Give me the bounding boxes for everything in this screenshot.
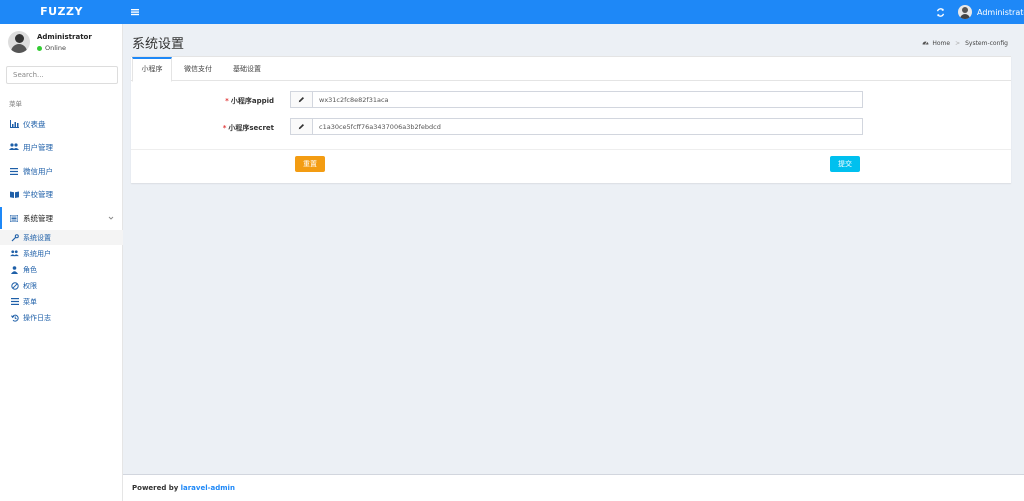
- laravel-admin-link[interactable]: laravel-admin: [181, 484, 235, 492]
- pencil-icon: [291, 92, 313, 107]
- user-status: Online: [37, 44, 66, 52]
- sidebar: Administrator Online 菜单 仪表盘 用户管理 微信用户 学校…: [0, 24, 123, 501]
- secret-field-group: [290, 118, 863, 135]
- top-navbar: FUZZY Administrator: [0, 0, 1024, 24]
- users-icon: [10, 250, 19, 257]
- sidebar-search-input[interactable]: [6, 66, 118, 84]
- users-icon: [9, 143, 19, 151]
- breadcrumb-separator: >: [955, 39, 961, 47]
- appid-input[interactable]: [313, 92, 862, 107]
- refresh-icon: [936, 8, 945, 17]
- sidebar-subitem-label: 权限: [23, 281, 37, 290]
- breadcrumb-current: System-config: [965, 39, 1008, 47]
- sidebar-subitem-system-users[interactable]: 系统用户: [0, 246, 123, 261]
- avatar: [958, 5, 972, 19]
- settings-panel: 小程序 微信支付 基础设置 *小程序appid *小程序secret 重置 提交: [131, 56, 1011, 183]
- user-menu[interactable]: Administrator: [958, 4, 1024, 20]
- sidebar-item-label: 微信用户: [23, 166, 53, 176]
- tasks-icon: [9, 214, 19, 222]
- sidebar-subitem-permissions[interactable]: 权限: [0, 278, 123, 293]
- user-panel: Administrator Online: [0, 24, 123, 60]
- sidebar-subitem-operation-log[interactable]: 操作日志: [0, 310, 123, 325]
- sidebar-item-users[interactable]: 用户管理: [0, 136, 123, 158]
- history-icon: [10, 314, 19, 322]
- appid-field-group: [290, 91, 863, 108]
- submit-button[interactable]: 提交: [830, 156, 860, 172]
- breadcrumb-home-link[interactable]: Home: [932, 40, 950, 47]
- avatar: [8, 31, 30, 53]
- tab-bar: 小程序 微信支付 基础设置: [131, 57, 1011, 82]
- app-logo[interactable]: FUZZY: [0, 0, 123, 24]
- sidebar-subitem-label: 系统设置: [23, 233, 51, 242]
- bar-chart-icon: [9, 120, 19, 128]
- powered-by-text: Powered by: [132, 484, 179, 492]
- sidebar-item-label: 系统管理: [23, 213, 53, 223]
- sidebar-item-schools[interactable]: 学校管理: [0, 183, 123, 205]
- tab-basic-settings[interactable]: 基础设置: [224, 57, 270, 81]
- dashboard-icon: [922, 39, 929, 47]
- tab-mini-program[interactable]: 小程序: [132, 57, 172, 82]
- sidebar-subitem-label: 操作日志: [23, 313, 51, 322]
- sidebar-subitem-roles[interactable]: 角色: [0, 262, 123, 277]
- refresh-button[interactable]: [934, 6, 947, 19]
- online-status-icon: [37, 45, 42, 51]
- sidebar-user-name: Administrator: [37, 33, 92, 41]
- sidebar-subitem-system-settings[interactable]: 系统设置: [0, 230, 123, 245]
- sidebar-item-wechat-users[interactable]: 微信用户: [0, 160, 123, 182]
- tab-wechat-pay[interactable]: 微信支付: [175, 57, 221, 81]
- page-footer: Powered by laravel-admin: [123, 474, 1024, 501]
- sidebar-item-label: 学校管理: [23, 189, 53, 199]
- hamburger-icon: [131, 9, 139, 16]
- reset-button[interactable]: 重置: [295, 156, 325, 172]
- sidebar-subitem-label: 系统用户: [23, 249, 51, 258]
- pencil-icon: [291, 119, 313, 134]
- page-title: 系统设置: [132, 37, 185, 52]
- user-icon: [10, 265, 19, 274]
- chevron-down-icon: [108, 214, 114, 223]
- secret-input[interactable]: [313, 119, 862, 134]
- bars-icon: [10, 298, 19, 305]
- sidebar-subitem-label: 角色: [23, 265, 37, 274]
- wrench-icon: [10, 233, 19, 242]
- required-marker: *: [225, 97, 229, 105]
- required-marker: *: [222, 124, 227, 132]
- sidebar-item-dashboard[interactable]: 仪表盘: [0, 113, 123, 135]
- sidebar-item-label: 仪表盘: [23, 119, 46, 129]
- ban-icon: [10, 281, 19, 290]
- appid-label: * 小程序appid: [225, 97, 274, 105]
- user-menu-name: Administrator: [977, 7, 1024, 17]
- sidebar-subitem-label: 菜单: [23, 297, 37, 306]
- sidebar-subitem-menu[interactable]: 菜单: [0, 294, 123, 309]
- sidebar-item-label: 用户管理: [23, 142, 53, 152]
- breadcrumb: Home > System-config: [922, 39, 1008, 47]
- user-status-label: Online: [45, 44, 66, 52]
- list-icon: [9, 167, 19, 175]
- sidebar-toggle-button[interactable]: [128, 5, 142, 19]
- form-footer-divider: [131, 149, 1011, 150]
- sidebar-item-system[interactable]: 系统管理: [0, 207, 123, 229]
- secret-label: * 小程序secret: [222, 124, 274, 132]
- book-icon: [9, 191, 19, 198]
- menu-header: 菜单: [9, 100, 22, 108]
